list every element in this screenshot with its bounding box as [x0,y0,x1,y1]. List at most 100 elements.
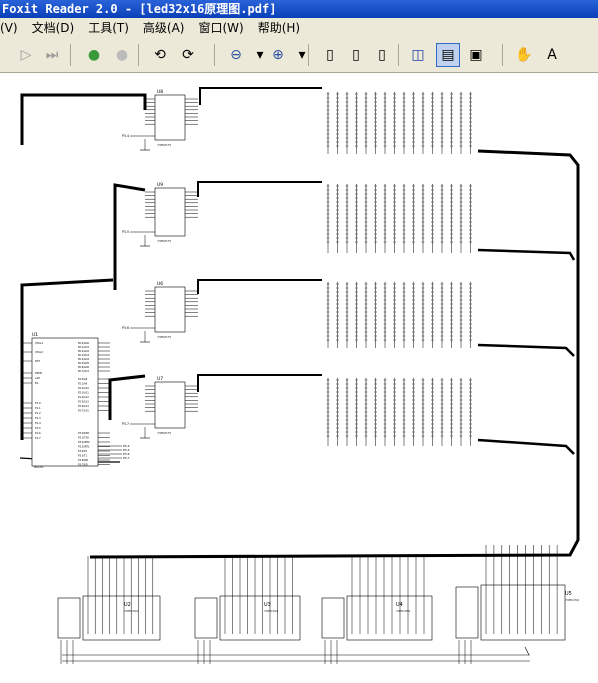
component-part: 74HC573 [157,335,171,339]
led-matrix-4 [326,378,472,446]
component-ref: U1 [32,332,38,338]
zoom-dropdown-icon[interactable]: ▾ [290,43,314,67]
mcu-pin-label: P1.4 [35,421,41,425]
menu-item-5[interactable]: 帮助(H) [258,21,300,35]
mcu-pin-label: XTAL2 [35,350,43,354]
window-title: Foxit Reader 2.0 - [led32x16原理图.pdf] [2,2,277,16]
mcu-pin-label: P0.7/AD7 [78,370,90,373]
component-ref: U9 [157,182,163,188]
mcu-pin-label: P3.4/T0 [78,450,88,453]
mcu-pin-label: P3.2/INT0 [78,441,90,444]
decoder-ic [219,595,301,641]
bus [113,183,146,290]
mcu-pin-label: EA [35,381,39,385]
led-matrix-3 [326,282,472,348]
bus [199,87,322,105]
mcu-pin-label: P2.6/A14 [78,405,89,408]
mcu-pin-label: P3.3/INT1 [78,446,90,449]
mcu-pin-label: P1.2 [35,411,41,415]
bus [197,279,322,294]
led-matrix-2 [326,184,472,253]
schematic-page: U8 74HC573 P3.4 U9 74HC573 P3.5 U6 74HC573 P3.6 U… [19,87,580,664]
mcu-pin-label: RST [35,359,40,363]
component-part: 74HC154 [264,609,278,613]
binoculars-icon[interactable]: ◫ [406,43,430,67]
mcu-pin-label: P0.5/AD5 [78,362,90,365]
mcu-pin-label: P1.6 [35,431,41,435]
mcu-pin-label: P1.7 [35,436,41,440]
mcu-pin-label: P0.2/AD2 [78,350,90,353]
title-bar: Foxit Reader 2.0 - [led32x16原理图.pdf] [0,0,598,18]
component-ref: U6 [157,281,163,287]
menu-item-1[interactable]: 文档(D) [32,21,75,35]
bus [108,374,146,420]
fit-width-icon[interactable]: ▯ [370,43,394,67]
shift-register [154,381,186,429]
mcu-pin-label: P0.3/AD3 [78,354,90,357]
mcu-pin-label: P2.7/A15 [78,410,89,413]
mcu-pin-label: P2.5/A13 [78,401,89,404]
component-part: 74HC573 [157,143,171,147]
shift-register [154,286,186,333]
mcu-pin-label: P2.4/A12 [78,396,89,399]
net-label: P3.7 [123,456,130,460]
component-part: 74HC573 [157,239,171,243]
decoder-gate [321,597,345,639]
decoder-gate [194,597,218,639]
menu-item-3[interactable]: 高级(A) [143,21,185,35]
mcu-pin-label: P1.0 [35,401,41,405]
mcu-pin-label: ALE [35,376,40,380]
wire [524,646,530,656]
menu-item-2[interactable]: 工具(T) [88,21,129,35]
net-label: P3.5 [122,230,129,234]
mcu-pin-label: P3.1/TXD [78,437,89,440]
bus [477,343,575,357]
page-actual-icon[interactable]: ▯ [318,43,342,67]
mcu-pin-label: P3.5/T1 [78,455,88,458]
mcu-pin-label: P2.2/A10 [78,387,89,390]
toolbar: ▷ ⏭ ● ● ⟲ ⟳ ⊖ ▾ ⊕ ▾ ▯ ▯ ▯ ◫ ▤ ▣ ✋ A [0,38,598,73]
thumbnails-icon[interactable]: ▣ [464,43,488,67]
bus [477,438,575,455]
bus [197,181,322,197]
zoom-in-icon[interactable]: ⊕ [266,43,290,67]
mcu-pin-label: P2.3/A11 [78,392,89,395]
decoder-ic [480,584,566,641]
bookmarks-icon[interactable]: ▤ [436,43,460,67]
menu-item-4[interactable]: 窗口(W) [198,21,243,35]
mcu-pin-label: PSEN [35,371,42,375]
toolbar-separator [70,44,71,66]
component-part: 74HC573 [157,431,171,435]
mcu-pin-label: P3.7/RD [78,464,88,467]
rotate-left-icon[interactable]: ⟲ [148,43,172,67]
mcu-pin-label: P3.0/RXD [78,432,89,435]
bus [197,374,322,392]
zoom-out-icon[interactable]: ⊖ [224,43,248,67]
component-ref: U8 [157,89,163,95]
toolbar-separator [502,44,503,66]
back-icon[interactable]: ● [82,43,106,67]
menu-bar: (V) 文档(D) 工具(T) 高级(A) 窗口(W) 帮助(H) [0,18,598,39]
hand-tool-icon[interactable]: ✋ [512,43,536,67]
net-label: P3.6 [122,326,129,330]
decoder-ic [82,595,161,641]
component-ref: U5 [565,591,572,597]
mcu-pin-label: P2.1/A9 [78,383,88,386]
forward-icon[interactable]: ● [110,43,134,67]
mcu-pin-label: P0.0/AD0 [78,342,90,345]
rotate-right-icon[interactable]: ⟳ [176,43,200,67]
toolbar-separator [214,44,215,66]
mcu-pin-label: P1.3 [35,416,41,420]
document-view[interactable]: U8 74HC573 P3.4 U9 74HC573 P3.5 U6 74HC573 P3.6 U… [0,73,598,679]
mcu-pin-label: P0.6/AD6 [78,366,90,369]
play-icon[interactable]: ▷ [14,43,38,67]
decoder-gate [455,586,479,639]
mcu-pin-label: P0.4/AD4 [78,358,90,361]
text-select-icon[interactable]: A [540,43,564,67]
fit-page-icon[interactable]: ▯ [344,43,368,67]
last-page-icon[interactable]: ⏭ [40,43,64,67]
mcu-pin-label: P2.0/A8 [78,378,88,381]
mcu-pin-label: P3.6/WR [78,459,88,462]
net-label: P3.4 [122,134,129,138]
menu-item-0[interactable]: (V) [0,21,18,35]
